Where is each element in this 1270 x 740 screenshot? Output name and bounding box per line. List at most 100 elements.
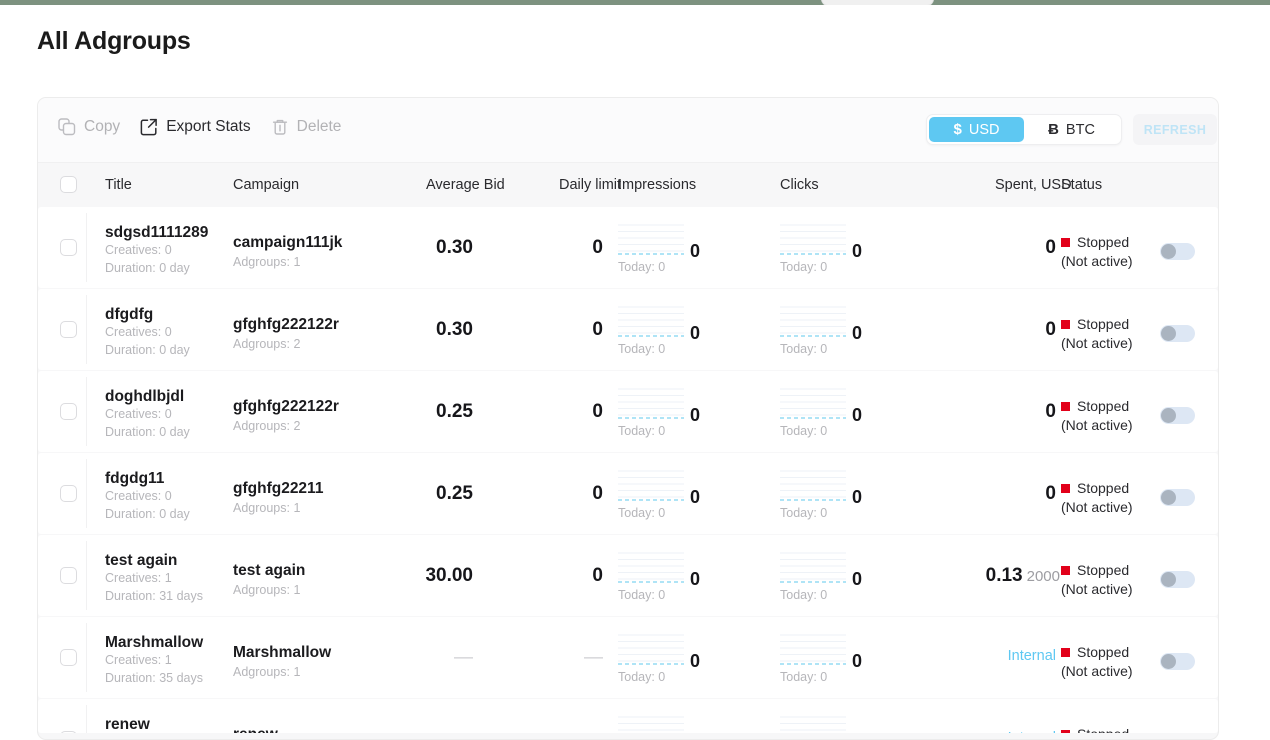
row-duration: Duration: 31 days <box>105 587 203 605</box>
cell-clicks: Today: 00 <box>780 715 862 733</box>
row-select-checkbox[interactable] <box>60 403 77 420</box>
clicks-today: Today: 0 <box>780 506 827 520</box>
cell-campaign: gfghfg222122rAdgroups: 2 <box>233 399 339 438</box>
column-header-impressions[interactable]: Impressions <box>618 177 696 193</box>
table-row[interactable]: sdgsd1111289Creatives: 0Duration: 0 dayc… <box>38 207 1218 288</box>
column-header-daily-limit[interactable]: Daily limit <box>559 177 621 193</box>
table-row[interactable]: fdgdg11Creatives: 0Duration: 0 daygfghfg… <box>38 453 1218 534</box>
impressions-sparkline-icon: Today: 0 <box>618 715 684 733</box>
copy-label: Copy <box>84 118 120 136</box>
table-row[interactable]: test againCreatives: 1Duration: 31 dayst… <box>38 535 1218 616</box>
export-stats-label: Export Stats <box>166 118 250 136</box>
cell-average-bid: 0.25 <box>348 401 473 423</box>
row-campaign: gfghfg222122r <box>233 317 339 333</box>
clicks-today: Today: 0 <box>780 670 827 684</box>
impressions-sparkline-icon: Today: 0 <box>618 223 684 255</box>
row-select-checkbox[interactable] <box>60 321 77 338</box>
impressions-value: 0 <box>690 487 700 508</box>
cell-clicks: Today: 00 <box>780 469 862 508</box>
cell-spent: 0 <box>918 319 1060 341</box>
currency-btc-button[interactable]: Ƀ BTC <box>1024 117 1119 142</box>
toggle-knob <box>1161 244 1176 259</box>
export-stats-button[interactable]: Export Stats <box>140 118 250 136</box>
status-square-icon <box>1061 320 1070 329</box>
column-header-clicks[interactable]: Clicks <box>780 177 819 193</box>
cell-campaign: gfghfg222122rAdgroups: 2 <box>233 317 339 356</box>
table-toolbar: Copy Export Stats <box>38 98 1218 162</box>
row-enable-toggle[interactable] <box>1160 407 1195 424</box>
cell-daily-limit: — <box>488 647 603 669</box>
row-select-checkbox[interactable] <box>60 485 77 502</box>
table-row[interactable]: MarshmallowCreatives: 1Duration: 35 days… <box>38 617 1218 698</box>
column-header-campaign[interactable]: Campaign <box>233 177 299 193</box>
row-select-checkbox[interactable] <box>60 239 77 256</box>
row-creatives: Creatives: 1 <box>105 651 203 669</box>
page-body: All Adgroups Copy <box>0 5 1270 740</box>
table-row[interactable]: doghdlbjdlCreatives: 0Duration: 0 day gfg… <box>38 371 1218 452</box>
cell-title: fdgdg11Creatives: 0Duration: 0 day <box>105 471 190 523</box>
row-column-divider <box>86 623 87 692</box>
row-title: dfgdfg <box>105 307 190 323</box>
cell-impressions: Today: 00 <box>618 387 700 426</box>
cell-status: Stopped(Not active) <box>1061 234 1133 270</box>
copy-icon <box>58 118 76 136</box>
clicks-today: Today: 0 <box>780 588 827 602</box>
row-adgroups: Adgroups: 1 <box>233 661 331 685</box>
cell-clicks: Today: 00 <box>780 551 862 590</box>
select-all-checkbox[interactable] <box>60 176 77 193</box>
cell-impressions: Today: 00 <box>618 305 700 344</box>
row-enable-toggle[interactable] <box>1160 653 1195 670</box>
cell-title: doghdlbjdlCreatives: 0Duration: 0 day <box>105 389 190 441</box>
cell-spent: Internal <box>918 729 1060 733</box>
column-header-status[interactable]: Status <box>1061 177 1102 193</box>
status-detail: (Not active) <box>1061 498 1133 517</box>
row-enable-toggle[interactable] <box>1160 243 1195 260</box>
cell-spent: 0 <box>918 401 1060 423</box>
cell-clicks: Today: 00 <box>780 387 862 426</box>
row-column-divider <box>86 377 87 446</box>
status-detail: (Not active) <box>1061 416 1133 435</box>
cell-daily-limit: 0 <box>488 565 603 587</box>
row-title: renew <box>105 717 203 733</box>
trash-icon <box>271 118 289 136</box>
column-header-average-bid[interactable]: Average Bid <box>426 177 505 193</box>
table-row[interactable]: dfgdfgCreatives: 0Duration: 0 day gfghfg2… <box>38 289 1218 370</box>
row-enable-toggle[interactable] <box>1160 571 1195 588</box>
row-column-divider <box>86 295 87 364</box>
column-header-title[interactable]: Title <box>105 177 132 193</box>
row-enable-toggle[interactable] <box>1160 489 1195 506</box>
cell-daily-limit: — <box>488 729 603 733</box>
cell-average-bid: — <box>348 729 473 733</box>
clicks-value: 0 <box>852 241 862 262</box>
status-badge: Stopped <box>1061 726 1133 733</box>
row-title: sdgsd1111289 <box>105 225 208 241</box>
currency-usd-button[interactable]: $ USD <box>929 117 1024 142</box>
toggle-knob <box>1161 654 1176 669</box>
row-creatives: Creatives: 1 <box>105 733 203 734</box>
impressions-value: 0 <box>690 241 700 262</box>
cell-campaign: renewAdgroups: 1 <box>233 727 300 733</box>
cell-campaign: test againAdgroups: 1 <box>233 563 305 602</box>
copy-button[interactable]: Copy <box>58 118 120 136</box>
clicks-sparkline-icon: Today: 0 <box>780 551 846 583</box>
row-enable-toggle[interactable] <box>1160 325 1195 342</box>
cell-average-bid: 0.30 <box>348 319 473 341</box>
row-adgroups: Adgroups: 2 <box>233 333 339 357</box>
status-detail: (Not active) <box>1061 662 1133 681</box>
row-title: fdgdg11 <box>105 471 190 487</box>
row-select-checkbox[interactable] <box>60 731 77 733</box>
status-label: Stopped <box>1077 644 1129 662</box>
row-select-checkbox[interactable] <box>60 567 77 584</box>
cell-spent: 0 <box>918 237 1060 259</box>
clicks-value: 0 <box>852 487 862 508</box>
row-select-checkbox[interactable] <box>60 649 77 666</box>
table-row[interactable]: renewCreatives: 1Duration: 30 daysrenewA… <box>38 699 1218 733</box>
delete-button[interactable]: Delete <box>271 118 342 136</box>
row-duration: Duration: 0 day <box>105 423 190 441</box>
row-campaign: renew <box>233 727 300 733</box>
status-square-icon <box>1061 238 1070 247</box>
status-badge: Stopped <box>1061 562 1133 580</box>
cell-title: dfgdfgCreatives: 0Duration: 0 day <box>105 307 190 359</box>
refresh-button[interactable]: REFRESH <box>1133 114 1217 145</box>
cell-status: Stopped(Not active) <box>1061 562 1133 598</box>
